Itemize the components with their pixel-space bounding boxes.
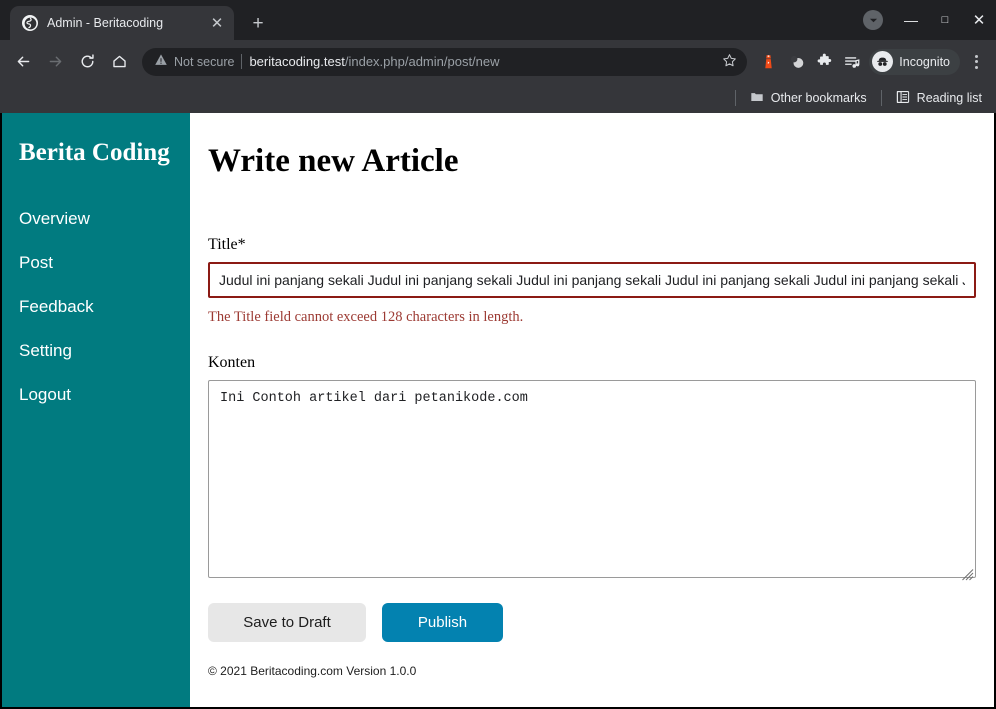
save-to-draft-button[interactable]: Save to Draft [208, 603, 366, 642]
sidebar-item-setting[interactable]: Setting [2, 329, 190, 373]
page-viewport: Berita Coding Overview Post Feedback Set… [0, 113, 996, 709]
browser-tab[interactable]: Admin - Beritacoding ✕ [10, 6, 234, 40]
lighthouse-extension-icon[interactable] [755, 49, 781, 75]
title-input[interactable] [208, 262, 976, 298]
page-title: Write new Article [208, 143, 976, 180]
incognito-hat-glasses-icon [872, 51, 893, 72]
publish-button[interactable]: Publish [382, 603, 503, 642]
security-label: Not secure [174, 55, 234, 69]
window-controls: — □ ✕ [860, 0, 996, 40]
close-icon[interactable]: ✕ [208, 14, 226, 32]
other-bookmarks-button[interactable]: Other bookmarks [744, 87, 873, 110]
home-icon[interactable] [104, 47, 134, 77]
browser-toolbar: Not secure beritacoding.test/index.php/a… [0, 40, 996, 83]
security-indicator[interactable]: Not secure [154, 53, 234, 70]
sidebar-item-post[interactable]: Post [2, 241, 190, 285]
main-content: Write new Article Title* The Title field… [190, 113, 994, 707]
bookmarks-divider [735, 90, 736, 106]
dark-reader-extension-icon[interactable] [783, 49, 809, 75]
konten-wrapper [208, 380, 976, 583]
title-field-label: Title* [208, 236, 976, 254]
puzzle-extensions-icon[interactable] [811, 49, 837, 75]
address-bar[interactable]: Not secure beritacoding.test/index.php/a… [142, 48, 747, 76]
omnibox-divider [241, 54, 242, 69]
page-footer: © 2021 Beritacoding.com Version 1.0.0 [208, 664, 976, 678]
url-path: /index.php/admin/post/new [345, 54, 500, 69]
maximize-button[interactable]: □ [928, 0, 962, 40]
avatar [863, 10, 883, 30]
reading-list-icon [896, 90, 910, 107]
other-bookmarks-label: Other bookmarks [771, 91, 867, 105]
reading-list-button[interactable]: Reading list [890, 87, 988, 110]
new-tab-button[interactable]: + [244, 9, 272, 37]
tab-title: Admin - Beritacoding [47, 16, 199, 30]
chevron-down-circle-icon[interactable] [860, 0, 894, 40]
sidebar-item-feedback[interactable]: Feedback [2, 285, 190, 329]
warning-triangle-icon [154, 53, 168, 70]
bookmarks-divider-2 [881, 90, 882, 106]
reading-list-label: Reading list [917, 91, 982, 105]
three-dot-menu-icon[interactable] [964, 49, 988, 75]
minimize-button[interactable]: — [894, 0, 928, 40]
sidebar-item-logout[interactable]: Logout [2, 373, 190, 417]
incognito-label: Incognito [899, 55, 950, 69]
form-actions: Save to Draft Publish [208, 603, 976, 642]
incognito-indicator[interactable]: Incognito [869, 49, 960, 75]
folder-icon [750, 90, 764, 107]
title-error-message: The Title field cannot exceed 128 charac… [208, 309, 976, 326]
browser-window: Admin - Beritacoding ✕ + — □ ✕ [0, 0, 996, 709]
url-text: beritacoding.test/index.php/admin/post/n… [249, 54, 715, 69]
globe-icon [22, 15, 38, 31]
bookmarks-bar: Other bookmarks Reading list [0, 83, 996, 113]
konten-field-label: Konten [208, 354, 976, 372]
star-icon[interactable] [722, 53, 737, 71]
forward-arrow-icon [40, 47, 70, 77]
reload-icon[interactable] [72, 47, 102, 77]
close-window-button[interactable]: ✕ [962, 0, 996, 40]
tab-strip: Admin - Beritacoding ✕ + — □ ✕ [0, 0, 996, 40]
sidebar-item-overview[interactable]: Overview [2, 197, 190, 241]
url-host: beritacoding.test [249, 54, 344, 69]
konten-textarea[interactable] [208, 380, 976, 578]
brand-title: Berita Coding [2, 139, 190, 167]
admin-sidebar: Berita Coding Overview Post Feedback Set… [2, 113, 190, 707]
back-arrow-icon[interactable] [8, 47, 38, 77]
reading-list-icon[interactable] [839, 49, 865, 75]
